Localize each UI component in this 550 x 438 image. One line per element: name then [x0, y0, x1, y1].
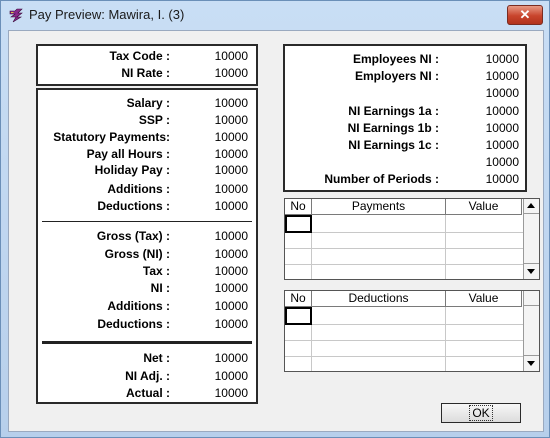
grid-row-line [285, 232, 523, 233]
employees-ni-value: 10000 [485, 52, 519, 66]
deductions-value-header[interactable]: Value [446, 291, 522, 307]
grid-row-line [285, 356, 523, 357]
number-of-periods-value: 10000 [485, 172, 519, 186]
net-value: 10000 [214, 351, 248, 365]
scroll-down-arrow-icon[interactable] [527, 269, 535, 274]
salary-value: 10000 [214, 96, 248, 110]
tax-label: Tax : [142, 264, 170, 278]
grid-row-line [285, 324, 523, 325]
pay-all-hours-value: 10000 [214, 147, 248, 161]
unlabelled-ni-value: 10000 [485, 86, 519, 100]
ni-earnings-1c-value: 10000 [485, 138, 519, 152]
scroll-up-arrow-icon[interactable] [527, 203, 535, 208]
scrollbar-track-line [524, 213, 539, 214]
pay-all-hours-label: Pay all Hours : [86, 147, 170, 161]
section-divider [42, 221, 252, 222]
ni-earnings-1b-value: 10000 [485, 121, 519, 135]
employers-ni-label: Employers NI : [354, 69, 439, 83]
salary-label: Salary : [126, 96, 170, 110]
section-divider [42, 341, 252, 344]
payments-value-header[interactable]: Value [446, 199, 522, 215]
employers-ni-value: 10000 [485, 69, 519, 83]
title-bar[interactable]: Pay Preview: Mawira, I. (3) ✕ [1, 1, 549, 28]
deductions-2-value: 10000 [214, 317, 248, 331]
grid-column-line [445, 215, 446, 279]
actual-label: Actual : [125, 386, 170, 400]
window-title: Pay Preview: Mawira, I. (3) [29, 7, 185, 22]
additions-label: Additions : [107, 182, 170, 196]
deductions-grid[interactable]: No Deductions Value [284, 290, 540, 372]
ni-rate-value: 10000 [214, 66, 248, 80]
unlabelled-ni-value: 10000 [485, 155, 519, 169]
grid-row-line [285, 264, 523, 265]
ok-button[interactable]: OK [441, 403, 521, 423]
ni-value: 10000 [214, 281, 248, 295]
tax-code-value: 10000 [214, 49, 248, 63]
gross-ni-value: 10000 [214, 247, 248, 261]
ni-label: NI : [150, 281, 170, 295]
additions-2-value: 10000 [214, 299, 248, 313]
additions-2-label: Additions : [107, 299, 170, 313]
scrollbar-track-line [524, 355, 539, 356]
deductions-name-header[interactable]: Deductions [312, 291, 446, 307]
app-logo-icon [9, 8, 23, 23]
scroll-down-arrow-icon[interactable] [527, 361, 535, 366]
ssp-label: SSP : [138, 113, 170, 127]
holiday-pay-value: 10000 [214, 163, 248, 177]
scrollbar-track-line [524, 305, 539, 306]
gross-ni-label: Gross (NI) : [104, 247, 170, 261]
ni-rate-label: NI Rate : [121, 66, 170, 80]
deductions-label: Deductions : [97, 199, 170, 213]
ni-adj-value: 10000 [214, 369, 248, 383]
payments-no-header[interactable]: No [285, 199, 312, 215]
grid-column-line [445, 307, 446, 371]
ni-earnings-1a-label: NI Earnings 1a : [348, 104, 439, 118]
actual-value: 10000 [214, 386, 248, 400]
deductions-no-header[interactable]: No [285, 291, 312, 307]
statutory-payments-label: Statutory Payments: [53, 130, 170, 144]
ni-summary-panel: Employees NI : 10000 Employers NI : 1000… [283, 44, 527, 192]
ni-adj-label: NI Adj. : [125, 369, 170, 383]
ni-earnings-1b-label: NI Earnings 1b : [347, 121, 439, 135]
deductions-2-label: Deductions : [97, 317, 170, 331]
deductions-scrollbar[interactable] [523, 291, 539, 371]
ni-earnings-1a-value: 10000 [485, 104, 519, 118]
net-label: Net : [143, 351, 170, 365]
additions-value: 10000 [214, 182, 248, 196]
payments-scrollbar[interactable] [523, 199, 539, 279]
deductions-value: 10000 [214, 199, 248, 213]
payments-name-header[interactable]: Payments [312, 199, 446, 215]
tax-code-panel: Tax Code : 10000 NI Rate : 10000 [36, 44, 258, 86]
statutory-payments-value: 10000 [214, 130, 248, 144]
employees-ni-label: Employees NI : [352, 52, 439, 66]
ssp-value: 10000 [214, 113, 248, 127]
tax-code-label: Tax Code : [109, 49, 170, 63]
scrollbar-track-line [524, 263, 539, 264]
selected-cell[interactable] [285, 307, 312, 325]
pay-preview-window: Pay Preview: Mawira, I. (3) ✕ Tax Code :… [0, 0, 550, 438]
payments-grid[interactable]: No Payments Value [284, 198, 540, 280]
grid-row-line [285, 248, 523, 249]
pay-summary-panel: Salary : 10000 SSP : 10000 Statutory Pay… [36, 88, 258, 404]
close-icon: ✕ [519, 7, 531, 22]
grid-row-line [285, 340, 523, 341]
dialog-body: Tax Code : 10000 NI Rate : 10000 Salary … [8, 30, 544, 432]
gross-tax-value: 10000 [214, 229, 248, 243]
gross-tax-label: Gross (Tax) : [96, 229, 170, 243]
number-of-periods-label: Number of Periods : [324, 172, 439, 186]
tax-value: 10000 [214, 264, 248, 278]
ni-earnings-1c-label: NI Earnings 1c : [348, 138, 439, 152]
close-button[interactable]: ✕ [507, 5, 543, 25]
selected-cell[interactable] [285, 215, 312, 233]
ok-button-label: OK [469, 405, 493, 421]
holiday-pay-label: Holiday Pay : [94, 163, 170, 177]
